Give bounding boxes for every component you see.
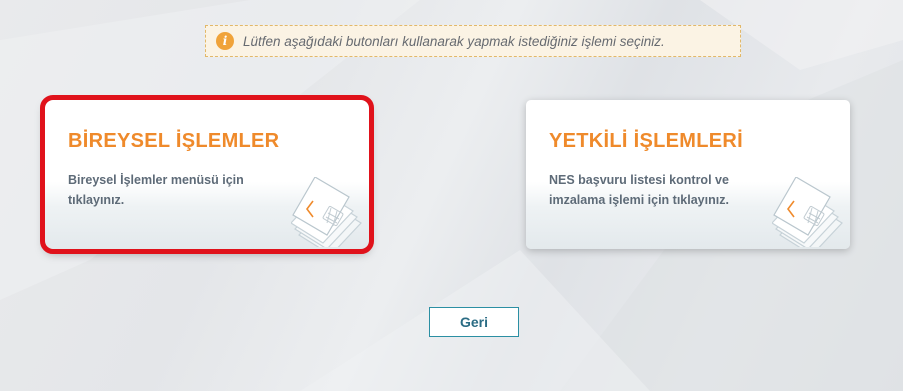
back-button[interactable]: Geri (429, 307, 519, 337)
authorized-operations-card[interactable]: YETKİLİ İŞLEMLERİ NES başvuru listesi ko… (526, 100, 850, 249)
info-notice-text: Lütfen aşağıdaki butonları kullanarak ya… (243, 33, 665, 49)
individual-operations-card[interactable]: BİREYSEL İŞLEMLER Bireysel İşlemler menü… (40, 95, 374, 254)
individual-operations-description: Bireysel İşlemler menüsü için tıklayınız… (68, 173, 244, 207)
smart-card-icon (772, 177, 843, 247)
info-icon: i (216, 32, 234, 50)
individual-operations-title: BİREYSEL İŞLEMLER (68, 130, 280, 152)
smart-card-icon (291, 177, 362, 247)
authorized-operations-description: NES başvuru listesi kontrol ve imzalama … (549, 173, 729, 207)
authorized-operations-title: YETKİLİ İŞLEMLERİ (549, 130, 743, 152)
info-notice: i Lütfen aşağıdaki butonları kullanarak … (205, 25, 741, 57)
